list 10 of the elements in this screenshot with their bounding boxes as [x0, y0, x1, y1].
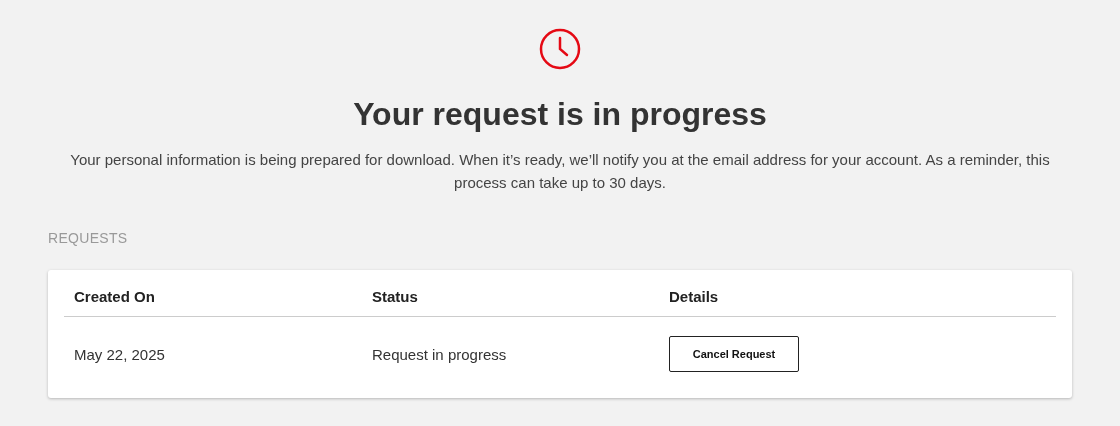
info-message: Your personal information is being prepared for download. When it’s ready, we’ll notify you at the email address for your account. As a reminder, this process can take up to 30 days. [69, 150, 1051, 193]
clock-icon [539, 28, 581, 70]
column-header: Status [372, 287, 418, 305]
section-heading: REQUESTS [48, 230, 129, 246]
column-header: Created On [74, 287, 155, 305]
column-header: Details [669, 287, 719, 305]
page-title: Your request is in progress [353, 95, 767, 134]
table-cell: Request in progress [372, 345, 507, 363]
table-cell: May 22, 2025 [74, 345, 165, 363]
cancel-request-button[interactable]: Cancel Request [669, 336, 799, 372]
